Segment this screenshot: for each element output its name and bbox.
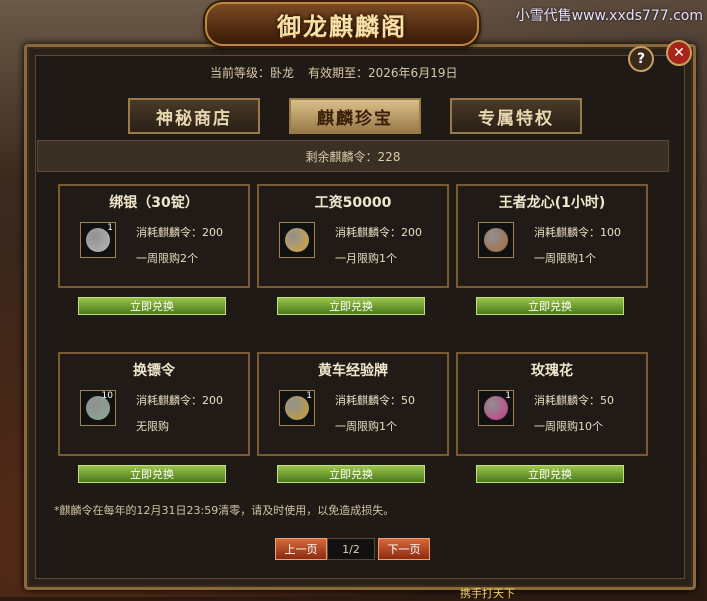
tab-qilin-treasure[interactable]: 麒麟珍宝	[289, 98, 421, 134]
next-page-button[interactable]: 下一页	[378, 538, 430, 560]
item-purchase-limit: 无限购	[136, 420, 169, 433]
page-indicator: 1/2	[327, 538, 375, 560]
item-purchase-limit: 一周限购1个	[335, 420, 397, 433]
item-name: 绑银（30锭）	[109, 195, 199, 211]
item-icon-slot[interactable]	[279, 222, 315, 258]
item-cost: 消耗麒麟令：50	[534, 394, 614, 407]
qilin-token-balance: 剩余麒麟令：228	[37, 140, 669, 172]
close-button[interactable]: ✕	[666, 40, 692, 66]
title-text: 御龙麒麟阁	[277, 11, 407, 41]
item-icon-slot[interactable]: 1	[80, 222, 116, 258]
item-card: 换镖令 10 消耗麒麟令：200 无限购	[58, 352, 250, 456]
item-icon-slot[interactable]: 1	[279, 390, 315, 426]
item-purchase-limit: 一月限购1个	[335, 252, 397, 265]
item-count: 1	[306, 391, 312, 401]
redeem-button[interactable]: 立即兑换	[476, 465, 624, 483]
footnote: *麒麟令在每年的12月31日23:59清零，请及时使用，以免造成损失。	[54, 504, 395, 517]
tab-exclusive-privilege[interactable]: 专属特权	[450, 98, 582, 134]
tab-mystery-shop[interactable]: 神秘商店	[128, 98, 260, 134]
item-card: 工资50000 消耗麒麟令：200 一月限购1个	[257, 184, 449, 288]
item-name: 工资50000	[314, 195, 392, 211]
item-name: 黄车经验牌	[318, 363, 388, 379]
item-card: 王者龙心(1小时) 消耗麒麟令：100 一周限购1个	[456, 184, 648, 288]
redeem-button[interactable]: 立即兑换	[277, 465, 425, 483]
redeem-button[interactable]: 立即兑换	[78, 297, 226, 315]
tab-label: 专属特权	[478, 108, 554, 129]
background-banner-text: 携手打天下	[460, 587, 515, 600]
item-card: 玫瑰花 1 消耗麒麟令：50 一周限购10个	[456, 352, 648, 456]
item-purchase-limit: 一周限购2个	[136, 252, 198, 265]
item-cost: 消耗麒麟令：50	[335, 394, 415, 407]
item-name: 换镖令	[133, 363, 175, 379]
item-icon-slot[interactable]: 10	[80, 390, 116, 426]
gold-scroll-icon	[285, 228, 309, 252]
tab-label: 神秘商店	[156, 108, 232, 129]
item-icon-slot[interactable]	[478, 222, 514, 258]
item-purchase-limit: 一周限购10个	[534, 420, 603, 433]
window-title: 御龙麒麟阁	[205, 2, 479, 46]
item-count: 1	[107, 223, 113, 233]
item-count: 1	[505, 391, 511, 401]
prev-page-button[interactable]: 上一页	[275, 538, 327, 560]
watermark: 小雪代售www.xxds777.com	[515, 8, 703, 24]
level-label: 当前等级：卧龙	[210, 66, 295, 80]
question-icon: ?	[636, 51, 646, 67]
item-name: 王者龙心(1小时)	[498, 195, 606, 211]
redeem-button[interactable]: 立即兑换	[78, 465, 226, 483]
balance-text: 剩余麒麟令：228	[305, 149, 401, 164]
item-purchase-limit: 一周限购1个	[534, 252, 596, 265]
item-card: 黄车经验牌 1 消耗麒麟令：50 一周限购1个	[257, 352, 449, 456]
item-count: 10	[101, 391, 113, 401]
dragon-heart-icon	[484, 228, 508, 252]
expiry-label: 有效期至：2026年6月19日	[308, 66, 458, 80]
close-icon: ✕	[673, 45, 685, 61]
tab-label: 麒麟珍宝	[317, 108, 393, 129]
redeem-button[interactable]: 立即兑换	[277, 297, 425, 315]
item-name: 玫瑰花	[531, 363, 573, 379]
item-card: 绑银（30锭） 1 消耗麒麟令：200 一周限购2个	[58, 184, 250, 288]
account-info: 当前等级：卧龙 有效期至：2026年6月19日	[210, 64, 457, 81]
item-icon-slot[interactable]: 1	[478, 390, 514, 426]
item-cost: 消耗麒麟令：200	[136, 394, 223, 407]
help-button[interactable]: ?	[628, 46, 654, 72]
item-cost: 消耗麒麟令：100	[534, 226, 621, 239]
redeem-button[interactable]: 立即兑换	[476, 297, 624, 315]
item-cost: 消耗麒麟令：200	[335, 226, 422, 239]
item-cost: 消耗麒麟令：200	[136, 226, 223, 239]
